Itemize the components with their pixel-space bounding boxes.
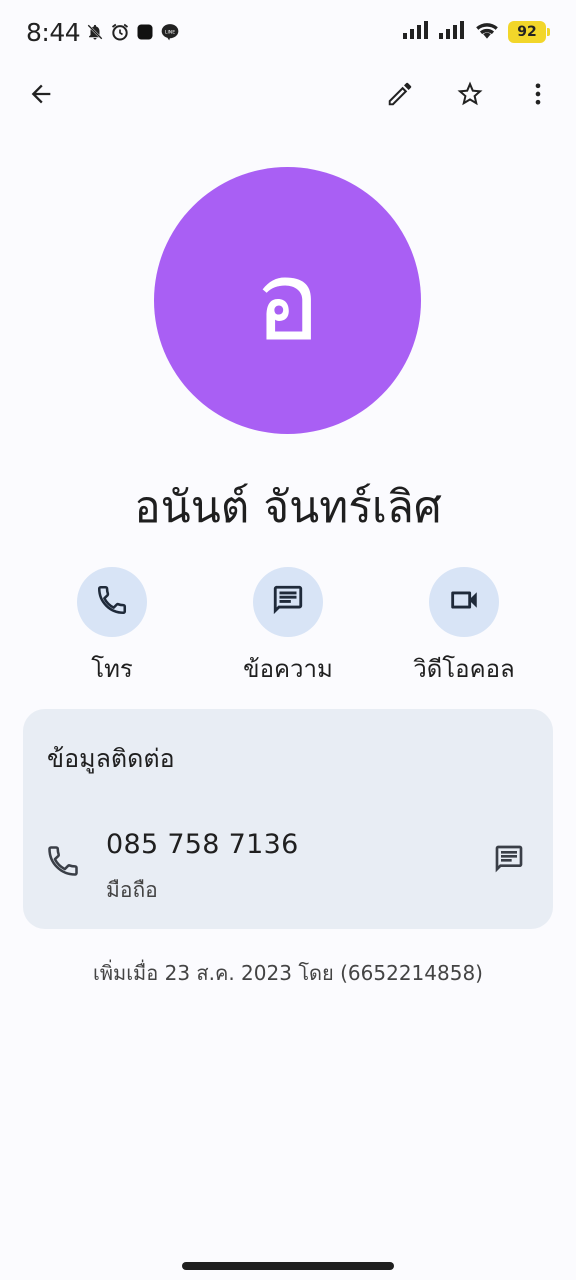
phone-type-label: มือถือ	[106, 878, 158, 902]
arrow-back-icon	[27, 80, 55, 112]
contact-info-card: ข้อมูลติดต่อ 085 758 7136 มือถือ	[23, 709, 553, 929]
battery-icon: 92	[508, 21, 550, 43]
added-info-text: เพิ่มเมื่อ 23 ส.ค. 2023 โดย (6652214858)	[93, 961, 483, 985]
wifi-icon	[474, 20, 500, 44]
avatar-letter: อ	[254, 236, 321, 365]
call-action-button[interactable]	[77, 567, 147, 637]
back-button[interactable]	[17, 72, 65, 120]
phone-icon	[45, 843, 81, 883]
avatar[interactable]: อ	[154, 167, 421, 434]
phone-icon	[95, 583, 129, 621]
star-icon	[455, 79, 485, 113]
alarm-icon	[110, 22, 130, 46]
line-icon: LINE	[160, 22, 180, 46]
phone-number[interactable]: 085 758 7136	[106, 829, 299, 860]
bell-off-icon	[86, 23, 104, 45]
video-call-action-button[interactable]	[429, 567, 499, 637]
favorite-button[interactable]	[446, 72, 494, 120]
card-title: ข้อมูลติดต่อ	[47, 744, 175, 773]
message-label: ข้อความ	[243, 655, 333, 683]
message-icon	[271, 583, 305, 621]
status-time: 8:44	[26, 18, 81, 47]
status-notification-icons: LINE	[86, 22, 180, 46]
video-call-action[interactable]: วิดีโอคอล	[389, 567, 539, 688]
status-bar: 8:44 LINE 92	[0, 0, 576, 66]
signal-icon	[438, 20, 466, 44]
app-icon	[136, 23, 154, 45]
status-system-icons: 92	[402, 20, 550, 44]
edit-button[interactable]	[376, 72, 424, 120]
signal-icon	[402, 20, 430, 44]
videocam-icon	[447, 583, 481, 621]
message-action[interactable]: ข้อความ	[213, 567, 363, 688]
edit-icon	[385, 79, 415, 113]
call-action[interactable]: โทร	[37, 567, 187, 688]
svg-text:LINE: LINE	[165, 29, 175, 35]
call-label: โทร	[91, 655, 133, 683]
message-icon	[493, 843, 525, 879]
more-options-button[interactable]	[514, 72, 562, 120]
contact-name: อนันต์ จันทร์เลิศ	[134, 482, 442, 533]
contact-details-screen: 8:44 LINE 92 อ อนันต์ จันทร์เลิศ โทร ข้อ…	[0, 0, 576, 1280]
message-action-button[interactable]	[253, 567, 323, 637]
send-sms-button[interactable]	[485, 837, 533, 885]
more-vert-icon	[524, 80, 552, 112]
video-call-label: วิดีโอคอล	[413, 655, 515, 683]
home-indicator[interactable]	[182, 1262, 394, 1270]
